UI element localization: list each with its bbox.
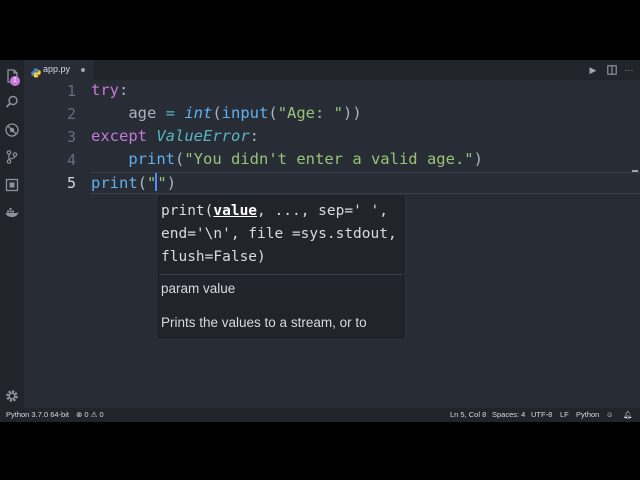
unsaved-count-badge: 1: [10, 76, 20, 86]
line-number: 3: [66, 128, 76, 146]
python-file-icon: [31, 65, 41, 78]
extensions-icon[interactable]: [4, 177, 20, 193]
tab-label: app.py: [43, 64, 71, 74]
search-icon[interactable]: [4, 94, 20, 110]
line-number: 1: [66, 82, 76, 100]
variable-token: age: [128, 104, 157, 122]
punctuation-token: :: [119, 81, 129, 99]
scrollbar-marker[interactable]: [632, 170, 638, 172]
warning-icon: ⚠: [90, 410, 98, 419]
code-editor[interactable]: 1 2 3 4 5 try: age = int(input("Age: "))…: [24, 80, 640, 408]
run-icon[interactable]: ▶: [588, 65, 598, 75]
class-token: ValueError: [156, 127, 250, 145]
code-line-3[interactable]: except ValueError:: [91, 127, 259, 145]
builtin-token: int: [184, 104, 213, 122]
no-bug-icon[interactable]: [4, 122, 20, 138]
line-number: 2: [66, 105, 76, 123]
error-count: 0: [84, 410, 89, 419]
function-token: print: [128, 150, 175, 168]
code-line-4[interactable]: print("You didn't enter a valid age."): [91, 150, 483, 168]
line-number-active: 5: [66, 174, 76, 192]
signature-help-popup[interactable]: print(value, ..., sep=' ', end='\n', fil…: [158, 196, 404, 338]
punctuation-token: :: [249, 127, 260, 145]
punctuation-token: (: [212, 104, 222, 122]
editor-window: 1 app.py ▶ ··· 1 2 3 4 5 try: age = int(…: [0, 60, 640, 422]
tab-app-py[interactable]: app.py: [24, 60, 94, 80]
warning-count: 0: [99, 410, 104, 419]
docker-icon[interactable]: [4, 205, 20, 221]
punctuation-token: (: [137, 174, 148, 192]
active-parameter: value: [213, 203, 258, 219]
string-quote-token: ": [157, 174, 167, 192]
punctuation-token: )): [343, 104, 362, 122]
code-line-1[interactable]: try:: [91, 81, 128, 99]
more-actions-icon[interactable]: ···: [624, 65, 634, 75]
code-line-2[interactable]: age = int(input("Age: ")): [91, 104, 362, 122]
function-token: input: [221, 104, 269, 122]
line-ending[interactable]: LF: [560, 410, 569, 419]
punctuation-token: ): [473, 150, 483, 168]
punctuation-token: (: [175, 150, 185, 168]
signature-prefix: print(: [161, 203, 214, 219]
code-line-5[interactable]: print(""): [91, 173, 176, 192]
function-signature: print(value, ..., sep=' ', end='\n', fil…: [161, 200, 401, 269]
feedback-icon[interactable]: ☺: [606, 410, 614, 419]
activity-bar: 1: [0, 60, 24, 408]
status-bar: Python 3.7.0 64-bit ⊗ 0 ⚠ 0 Ln 5, Col 8 …: [0, 408, 640, 422]
tab-bar: app.py ▶ ···: [24, 60, 640, 80]
python-interpreter[interactable]: Python 3.7.0 64-bit: [6, 410, 69, 419]
parameter-doc: param value: [161, 281, 236, 296]
unsaved-dot-icon[interactable]: [81, 68, 85, 72]
notifications-icon[interactable]: 🔔︎: [623, 410, 633, 419]
source-control-icon[interactable]: [4, 149, 20, 165]
keyword-token: except: [91, 127, 147, 145]
function-doc: Prints the values to a stream, or to sys…: [161, 315, 367, 330]
indentation[interactable]: Spaces: 4: [492, 410, 525, 419]
split-editor-icon[interactable]: [607, 65, 617, 75]
encoding[interactable]: UTF-8: [531, 410, 552, 419]
gear-icon[interactable]: [4, 388, 20, 404]
line-number: 4: [66, 151, 76, 169]
cursor-position[interactable]: Ln 5, Col 8: [450, 410, 486, 419]
string-token: "Age: ": [277, 104, 344, 122]
error-icon: ⊗: [76, 410, 83, 419]
problems-indicator[interactable]: ⊗ 0 ⚠ 0: [76, 410, 104, 419]
operator-token: =: [156, 104, 185, 122]
punctuation-token: (: [268, 104, 278, 122]
function-token: print: [91, 174, 138, 192]
punctuation-token: ): [166, 174, 177, 192]
language-mode[interactable]: Python: [576, 410, 599, 419]
string-token: "You didn't enter a valid age.": [184, 150, 474, 168]
keyword-token: try: [91, 81, 119, 99]
popup-divider: [159, 274, 403, 275]
